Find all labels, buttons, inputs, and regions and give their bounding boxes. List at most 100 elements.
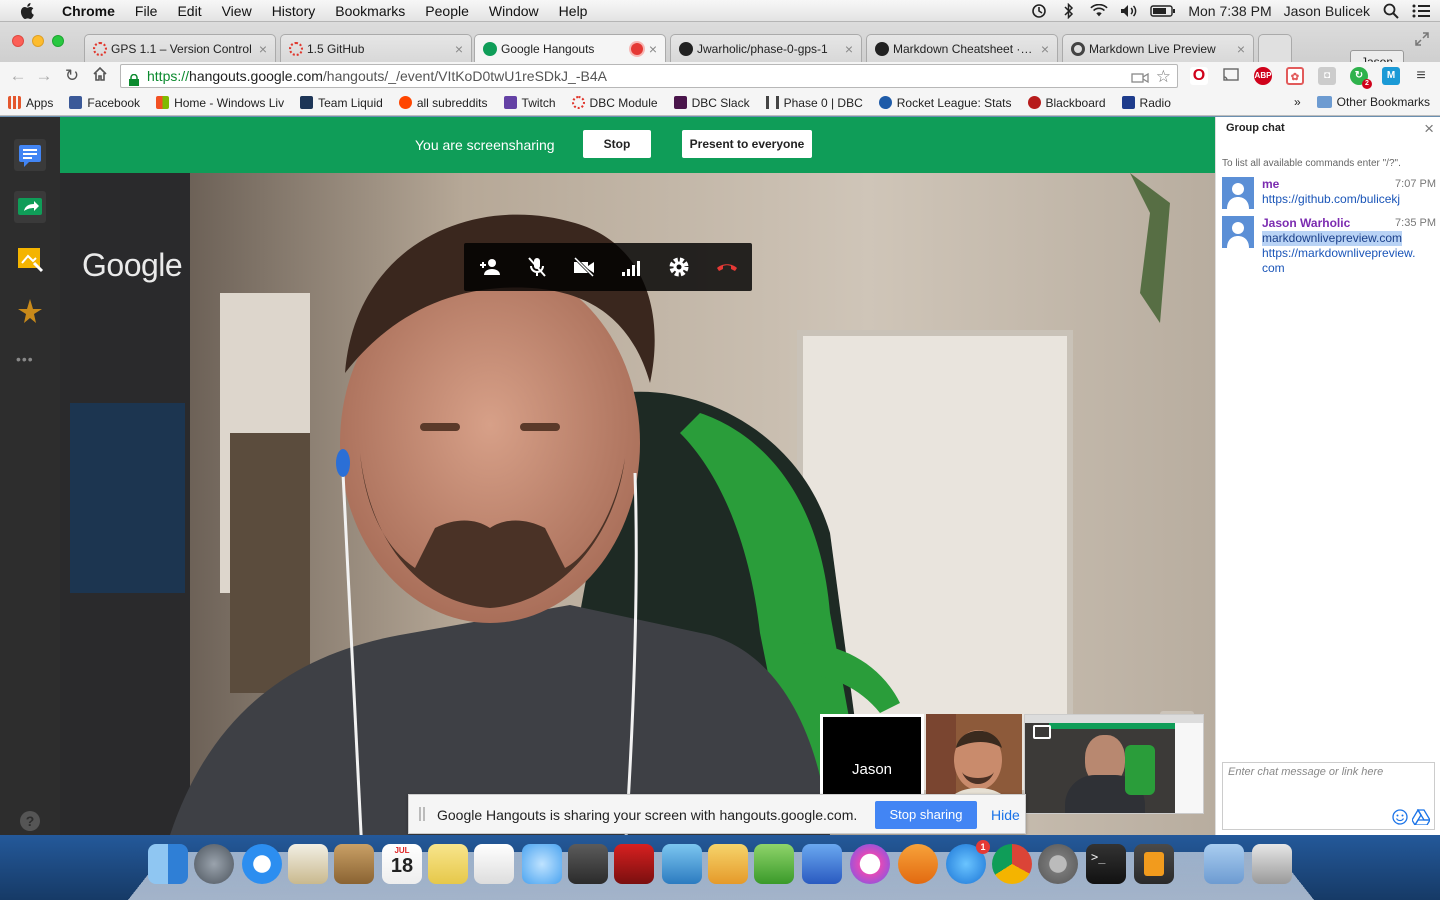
extension-icon[interactable]: ✿: [1286, 67, 1304, 85]
hide-notification-link[interactable]: Hide: [991, 807, 1020, 823]
fullscreen-icon[interactable]: [1414, 31, 1430, 47]
new-tab-button[interactable]: [1258, 34, 1292, 62]
downloads-folder-icon[interactable]: [1204, 844, 1244, 884]
facetime-icon[interactable]: [568, 844, 608, 884]
extension-grey-icon[interactable]: ◘: [1318, 67, 1336, 85]
messages-icon[interactable]: [522, 844, 562, 884]
address-bar[interactable]: https://hangouts.google.com/hangouts/_/e…: [120, 64, 1178, 88]
chat-link-continued[interactable]: com: [1262, 261, 1285, 276]
bookmark-radio[interactable]: Radio: [1121, 96, 1179, 110]
chat-link[interactable]: https://github.com/bulicekj: [1262, 192, 1400, 207]
chat-link[interactable]: https://markdownlivepreview.: [1262, 246, 1415, 261]
bookmark-twitch[interactable]: Twitch: [503, 96, 564, 110]
itunes-icon[interactable]: [850, 844, 890, 884]
bookmark-dbc-slack[interactable]: DBC Slack: [673, 96, 758, 110]
screenshare-preview-thumbnail[interactable]: [1024, 714, 1204, 814]
bandwidth-signal-icon[interactable]: [620, 255, 644, 279]
more-apps-icon[interactable]: •••: [16, 351, 34, 367]
bookmark-windows-live[interactable]: Home - Windows Liv: [156, 96, 292, 110]
tab-close-icon[interactable]: ×: [259, 41, 267, 57]
tab-close-icon[interactable]: ×: [1041, 41, 1049, 57]
help-icon[interactable]: ?: [20, 811, 40, 831]
tab-github-lesson[interactable]: 1.5 GitHub ×: [280, 34, 472, 62]
system-preferences-icon[interactable]: [1038, 844, 1078, 884]
bookmark-all-subreddits[interactable]: all subreddits: [398, 96, 496, 110]
calendar-icon[interactable]: JUL 18: [382, 844, 422, 884]
numbers-icon[interactable]: [754, 844, 794, 884]
tab-google-hangouts[interactable]: Google Hangouts ×: [474, 34, 666, 62]
menu-window[interactable]: Window: [479, 3, 549, 19]
home-icon[interactable]: [90, 66, 110, 86]
menu-people[interactable]: People: [415, 3, 479, 19]
terminal-icon[interactable]: >_: [1086, 844, 1126, 884]
window-close-button[interactable]: [12, 35, 24, 47]
chrome-icon[interactable]: [992, 844, 1032, 884]
bookmarks-overflow-chevron[interactable]: »: [1294, 95, 1301, 109]
notification-center-icon[interactable]: [1412, 4, 1430, 18]
safari-icon[interactable]: [242, 844, 282, 884]
tab-close-icon[interactable]: ×: [649, 41, 657, 57]
tab-close-icon[interactable]: ×: [845, 41, 853, 57]
app-store-icon[interactable]: 1: [946, 840, 990, 884]
stop-screenshare-button[interactable]: Stop: [583, 130, 651, 158]
camera-permission-icon[interactable]: [1131, 69, 1149, 84]
extension-m-icon[interactable]: M: [1382, 67, 1400, 85]
menu-clock[interactable]: Mon 7:38 PM: [1188, 3, 1271, 19]
mute-microphone-icon[interactable]: [525, 255, 549, 279]
contacts-icon[interactable]: [334, 844, 374, 884]
wifi-icon[interactable]: [1090, 4, 1109, 18]
drive-attach-icon[interactable]: [1411, 808, 1432, 827]
menu-view[interactable]: View: [212, 3, 262, 19]
invite-people-icon[interactable]: [478, 255, 502, 279]
avatar[interactable]: [1222, 177, 1254, 209]
disable-camera-icon[interactable]: [572, 255, 596, 279]
menu-bookmarks[interactable]: Bookmarks: [325, 3, 415, 19]
chat-panel-icon[interactable]: [14, 139, 46, 171]
menu-file[interactable]: File: [125, 3, 168, 19]
tab-close-icon[interactable]: ×: [1237, 41, 1245, 57]
window-minimize-button[interactable]: [32, 35, 44, 47]
screenshare-icon[interactable]: [14, 191, 46, 223]
notes-icon[interactable]: [428, 844, 468, 884]
tab-markdown-live-preview[interactable]: Markdown Live Preview ×: [1062, 34, 1254, 62]
spotlight-search-icon[interactable]: [1382, 3, 1400, 19]
bookmark-team-liquid[interactable]: Team Liquid: [300, 96, 391, 110]
adblock-plus-icon[interactable]: ABP: [1254, 67, 1272, 85]
menu-edit[interactable]: Edit: [167, 3, 211, 19]
chat-message-input[interactable]: Enter chat message or link here: [1222, 762, 1435, 830]
iphoto-icon[interactable]: [662, 844, 702, 884]
bookmark-facebook[interactable]: Facebook: [69, 96, 148, 110]
avatar[interactable]: [1222, 216, 1254, 248]
emoji-icon[interactable]: [1392, 809, 1408, 825]
chrome-menu-icon[interactable]: ≡: [1412, 67, 1430, 85]
mail-icon[interactable]: [288, 844, 328, 884]
reload-icon[interactable]: ↻: [62, 66, 82, 86]
trash-icon[interactable]: [1252, 844, 1292, 884]
extension-green-icon[interactable]: 2 ↻: [1350, 67, 1372, 89]
bookmark-rocket-league-stats[interactable]: Rocket League: Stats: [878, 96, 1020, 110]
settings-gear-icon[interactable]: [667, 255, 691, 279]
menu-history[interactable]: History: [262, 3, 326, 19]
launchpad-icon[interactable]: [194, 844, 234, 884]
drag-handle-icon[interactable]: [419, 807, 425, 821]
battery-icon[interactable]: [1150, 4, 1176, 18]
menu-user-name[interactable]: Jason Bulicek: [1284, 3, 1370, 19]
remote-desktop-app-icon[interactable]: [14, 295, 46, 327]
apple-menu-icon[interactable]: [16, 2, 38, 19]
bookmark-phase-0-dbc[interactable]: Phase 0 | DBC: [765, 96, 871, 110]
bookmark-dbc-module[interactable]: DBC Module: [571, 96, 666, 110]
volume-icon[interactable]: [1120, 4, 1138, 18]
stop-sharing-button[interactable]: Stop sharing: [875, 801, 977, 829]
effects-app-icon[interactable]: [14, 243, 46, 275]
tab-markdown-cheatsheet[interactable]: Markdown Cheatsheet · ad ×: [866, 34, 1058, 62]
window-zoom-button[interactable]: [52, 35, 64, 47]
reminders-icon[interactable]: [474, 844, 514, 884]
menu-help[interactable]: Help: [549, 3, 598, 19]
sublime-text-icon[interactable]: [1134, 844, 1174, 884]
pages-icon[interactable]: [708, 844, 748, 884]
hang-up-icon[interactable]: [715, 255, 739, 279]
forward-arrow-icon[interactable]: →: [34, 66, 54, 86]
present-to-everyone-button[interactable]: Present to everyone: [682, 130, 812, 158]
finder-icon[interactable]: [148, 844, 188, 884]
bookmark-star-icon[interactable]: ☆: [1156, 66, 1171, 88]
